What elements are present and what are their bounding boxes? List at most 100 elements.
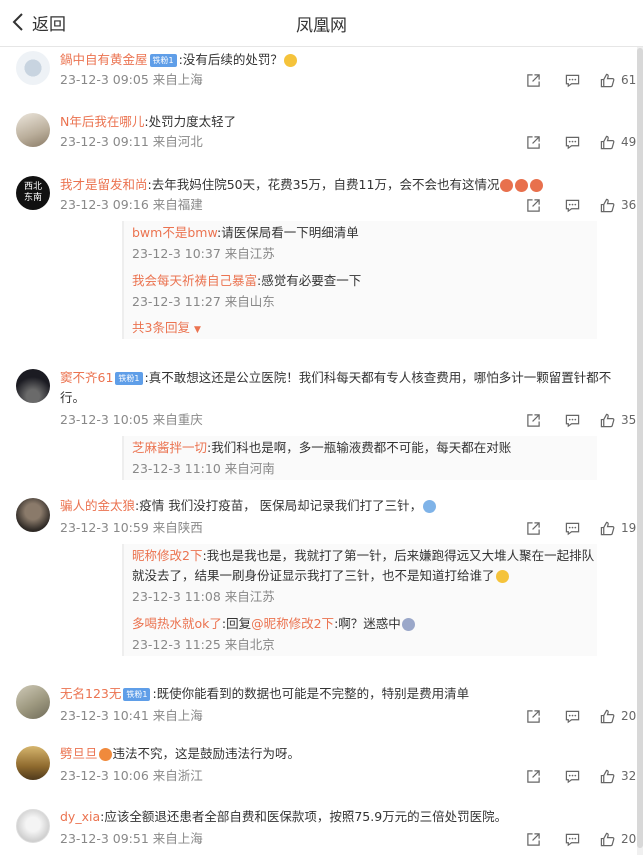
avatar[interactable]: 西北 东南	[16, 176, 50, 210]
share-icon	[527, 709, 540, 723]
reply-button[interactable]	[565, 832, 580, 847]
comment-text: N年后我在哪儿:处罚力度太轻了	[60, 109, 637, 132]
avatar[interactable]	[16, 809, 50, 843]
username-link[interactable]: 骗人的金太狼	[60, 498, 135, 513]
mention-link[interactable]: @昵称修改2下	[251, 616, 334, 631]
share-icon	[527, 413, 540, 427]
share-button[interactable]	[526, 709, 541, 724]
like-button[interactable]: 20	[600, 706, 637, 726]
share-button[interactable]	[526, 413, 541, 428]
emoji-icon	[495, 570, 509, 583]
share-button[interactable]	[526, 832, 541, 847]
share-button[interactable]	[526, 135, 541, 150]
avatar[interactable]	[16, 113, 50, 147]
comment-item: 劈旦旦 违法不究，这是鼓励违法行为呀。 23-12-3 10:06 来自浙江 32	[0, 744, 637, 786]
reply-time-location: 23-12-3 11:08 来自江苏	[132, 589, 275, 604]
like-button[interactable]: 35	[600, 410, 637, 430]
reply-time-location: 23-12-3 10:37 来自江苏	[132, 246, 275, 261]
reply-button[interactable]	[565, 73, 580, 88]
reply-button[interactable]	[565, 769, 580, 784]
like-button[interactable]: 49	[600, 132, 637, 152]
top-bar: 返回 凤凰网	[0, 0, 643, 47]
comment-time-location: 23-12-3 10:06 来自浙江	[60, 768, 203, 783]
share-button[interactable]	[526, 73, 541, 88]
avatar[interactable]	[16, 746, 50, 780]
like-count: 61	[621, 73, 637, 87]
comment-actions: 32	[526, 766, 637, 786]
comment-body: :疫情 我们没打疫苗， 医保局却记录我们打了三针，	[135, 498, 423, 513]
reply-username-link[interactable]: 芝麻酱拌一切	[132, 440, 207, 455]
comment-actions: 36	[526, 195, 637, 215]
comment-list: 鍋中自有黄金屋 铁粉1:没有后续的处罚？ 23-12-3 09:05 来自上海 6…	[0, 47, 637, 855]
comment-icon	[565, 522, 580, 535]
comment-meta: 23-12-3 10:05 来自重庆 35	[60, 410, 637, 430]
reply-button[interactable]	[565, 413, 580, 428]
like-button[interactable]: 20	[600, 829, 637, 849]
username-link[interactable]: 无名123无	[60, 686, 121, 701]
share-icon	[527, 832, 540, 846]
comment-meta: 23-12-3 09:11 来自河北 49	[60, 132, 637, 152]
reply-body: :请医保局看一下明细清单	[217, 225, 359, 240]
share-icon	[527, 521, 540, 535]
reply-list: 芝麻酱拌一切:我们科也是啊，多一瓶输液费都不可能，每天都在对账 23-12-3 …	[122, 436, 597, 480]
thumbs-up-icon	[600, 413, 615, 427]
username-link[interactable]: 我才是留发和尚	[60, 177, 148, 192]
like-count: 32	[621, 769, 637, 783]
share-button[interactable]	[526, 521, 541, 536]
reply-username-link[interactable]: 多喝热水就ok了	[132, 616, 222, 631]
comment-body: :去年我妈住院50天，花费35万，自费11万，会不会也有这情况	[147, 177, 500, 192]
reply-button[interactable]	[565, 521, 580, 536]
page-title: 凤凰网	[296, 16, 347, 36]
like-count: 20	[621, 832, 637, 846]
comment-time-location: 23-12-3 09:51 来自上海	[60, 831, 203, 846]
like-button[interactable]: 36	[600, 195, 637, 215]
comment-body: :处罚力度太轻了	[144, 114, 237, 129]
reply-body: :啊？迷惑中	[334, 616, 401, 631]
comment-meta: 23-12-3 10:41 来自上海 20	[60, 706, 637, 726]
reply-button[interactable]	[565, 198, 580, 213]
share-icon	[527, 769, 540, 783]
comment-meta: 23-12-3 10:59 来自陕西 19	[60, 518, 637, 538]
reply-username-link[interactable]: 我会每天祈祷自己暴富	[132, 273, 257, 288]
scrollbar-thumb[interactable]	[637, 48, 643, 848]
comment-icon	[565, 136, 580, 149]
reply-username-link[interactable]: 昵称修改2下	[132, 548, 202, 563]
reply-item: 我会每天祈祷自己暴富:感觉有必要查一下 23-12-3 11:27 来自山东	[132, 271, 597, 313]
comment-time-location: 23-12-3 09:11 来自河北	[60, 134, 203, 149]
emoji-icon	[98, 748, 112, 761]
avatar[interactable]	[16, 685, 50, 719]
share-button[interactable]	[526, 769, 541, 784]
reply-button[interactable]	[565, 135, 580, 150]
reply-item: 芝麻酱拌一切:我们科也是啊，多一瓶输液费都不可能，每天都在对账 23-12-3 …	[132, 436, 597, 480]
like-count: 20	[621, 709, 637, 723]
more-replies-link[interactable]: 共3条回复 ▼	[132, 317, 597, 339]
username-link[interactable]: dy_xia	[60, 809, 100, 824]
comment-time-location: 23-12-3 09:16 来自福建	[60, 197, 203, 212]
avatar[interactable]	[16, 51, 50, 85]
username-link[interactable]: N年后我在哪儿	[60, 114, 144, 129]
more-replies-label: 共3条回复	[132, 320, 190, 335]
reply-body: :感觉有必要查一下	[257, 273, 362, 288]
like-count: 35	[621, 413, 637, 427]
avatar[interactable]	[16, 498, 50, 532]
comment-actions: 49	[526, 132, 637, 152]
reply-button[interactable]	[565, 709, 580, 724]
comment-meta: 23-12-3 10:06 来自浙江 32	[60, 766, 637, 786]
like-button[interactable]: 32	[600, 766, 637, 786]
like-button[interactable]: 19	[600, 518, 637, 538]
reply-body: :我也是我也是，我就打了第一针，后来嫌跑得远又大堆人聚在一起排队就没去了，结果一…	[132, 548, 595, 583]
emoji-icon	[283, 54, 297, 67]
username-link[interactable]: 鍋中自有黄金屋	[60, 52, 148, 67]
reply-username-link[interactable]: bwm不是bmw	[132, 225, 217, 240]
username-link[interactable]: 劈旦旦	[60, 746, 98, 761]
comment-meta: 23-12-3 09:05 来自上海 61	[60, 70, 637, 90]
thumbs-up-icon	[600, 135, 615, 149]
share-button[interactable]	[526, 198, 541, 213]
username-link[interactable]: 窦不齐61	[60, 370, 113, 385]
comment-time-location: 23-12-3 10:59 来自陕西	[60, 520, 203, 535]
reply-list: bwm不是bmw:请医保局看一下明细清单 23-12-3 10:37 来自江苏 …	[122, 221, 597, 339]
avatar[interactable]	[16, 369, 50, 403]
like-button[interactable]: 61	[600, 70, 637, 90]
fan-badge: 铁粉1	[149, 54, 177, 67]
comment-time-location: 23-12-3 10:05 来自重庆	[60, 412, 203, 427]
